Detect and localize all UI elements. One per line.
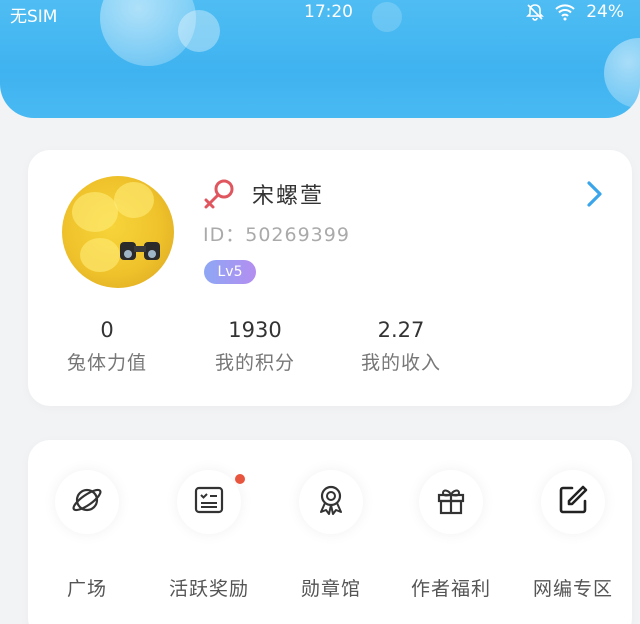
stat-label: 兔体力值	[66, 352, 147, 374]
gift-icon	[434, 483, 468, 521]
func-medal-hall[interactable]: 勋章馆	[276, 470, 386, 601]
stat-value: 0	[100, 318, 114, 342]
status-icons: 24%	[526, 2, 624, 22]
stat-points[interactable]: 1930 我的积分	[190, 318, 320, 375]
binoculars-icon	[120, 242, 160, 260]
func-plaza[interactable]: 广场	[32, 470, 142, 601]
func-label: 作者福利	[410, 578, 491, 600]
battery-text: 24%	[586, 2, 624, 22]
user-id: ID：50269399	[203, 224, 350, 246]
edit-icon	[556, 483, 590, 521]
wifi-icon	[554, 3, 576, 21]
func-author-benefits[interactable]: 作者福利	[396, 470, 506, 601]
function-grid: 广场 活跃奖励 勋章馆 作者福利 网编专区	[28, 440, 632, 624]
planet-icon	[70, 483, 104, 521]
status-bar: 无SIM 17:20 24%	[0, 0, 640, 27]
checklist-icon	[192, 483, 226, 521]
profile-card[interactable]: 宋螺萱 ID：50269399 Lv5 0 兔体力值 1930 我的积分 2.2…	[28, 150, 632, 406]
mute-icon	[526, 3, 545, 21]
avatar[interactable]	[62, 176, 174, 288]
clock: 17:20	[304, 2, 353, 22]
stat-value: 1930	[228, 318, 282, 342]
stat-value: 2.27	[377, 318, 425, 342]
header-banner: 无SIM 17:20 24%	[0, 0, 640, 118]
carrier-label: 无SIM	[10, 7, 58, 27]
medal-icon	[314, 483, 348, 521]
func-activity-rewards[interactable]: 活跃奖励	[154, 470, 264, 601]
notification-dot	[235, 474, 245, 484]
func-label: 勋章馆	[300, 578, 361, 600]
func-label: 网编专区	[532, 578, 613, 600]
username: 宋螺萱	[252, 184, 325, 209]
decorative-bubble	[604, 38, 640, 108]
female-gender-icon	[200, 176, 240, 216]
stat-income[interactable]: 2.27 我的收入	[336, 318, 466, 375]
func-label: 广场	[66, 578, 107, 600]
stat-stamina[interactable]: 0 兔体力值	[42, 318, 172, 375]
stat-label: 我的收入	[360, 352, 441, 374]
func-label: 活跃奖励	[168, 578, 249, 600]
chevron-right-icon[interactable]	[584, 180, 606, 212]
stat-label: 我的积分	[214, 352, 295, 374]
func-editor-zone[interactable]: 网编专区	[518, 470, 628, 601]
level-badge: Lv5	[204, 260, 256, 284]
